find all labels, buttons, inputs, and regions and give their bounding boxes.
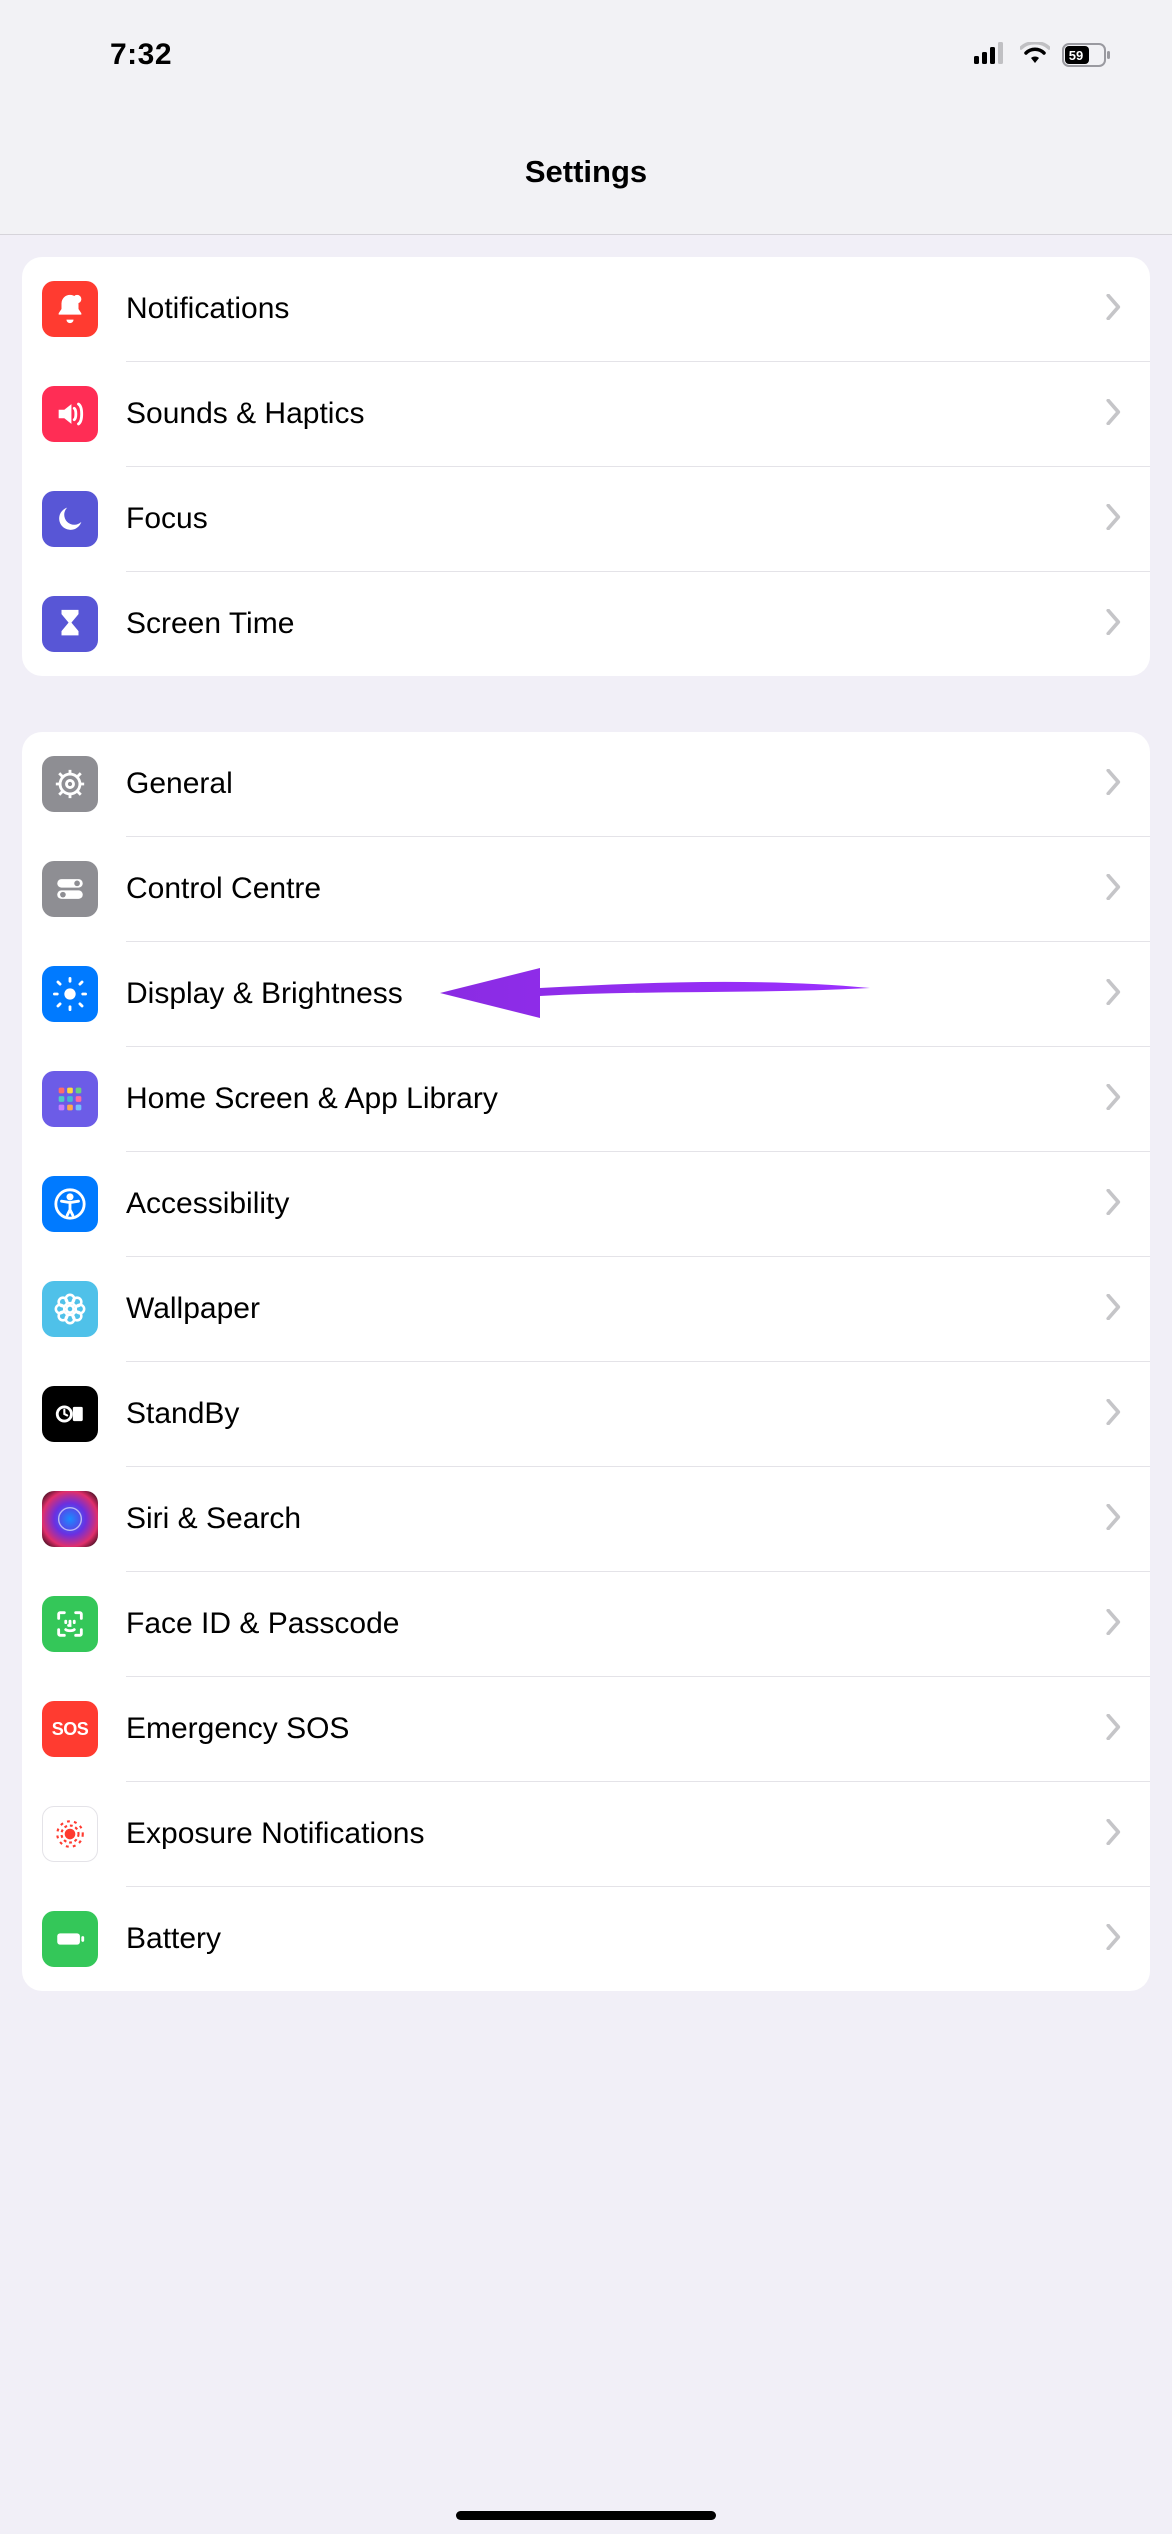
- row-faceid[interactable]: Face ID & Passcode: [22, 1572, 1150, 1676]
- row-label: Screen Time: [126, 606, 1106, 642]
- page-title: Settings: [0, 110, 1172, 235]
- row-label: Emergency SOS: [126, 1711, 1106, 1747]
- chevron-right-icon: [1106, 1399, 1130, 1430]
- row-sos[interactable]: SOS Emergency SOS: [22, 1677, 1150, 1781]
- battery-row-icon: [42, 1911, 98, 1967]
- row-label: General: [126, 766, 1106, 802]
- settings-group-2: General Control Centre Display & Brightn…: [22, 732, 1150, 1991]
- row-label: Control Centre: [126, 871, 1106, 907]
- row-general[interactable]: General: [22, 732, 1150, 836]
- grid-icon: [42, 1071, 98, 1127]
- status-indicators: 59: [974, 38, 1112, 72]
- row-homescreen[interactable]: Home Screen & App Library: [22, 1047, 1150, 1151]
- battery-icon: 59: [1062, 43, 1112, 67]
- row-label: Wallpaper: [126, 1291, 1106, 1327]
- gear-icon: [42, 756, 98, 812]
- row-label: Notifications: [126, 291, 1106, 327]
- home-indicator: [456, 2511, 716, 2520]
- exposure-icon: [42, 1806, 98, 1862]
- moon-icon: [42, 491, 98, 547]
- row-battery[interactable]: Battery: [22, 1887, 1150, 1991]
- chevron-right-icon: [1106, 1714, 1130, 1745]
- chevron-right-icon: [1106, 399, 1130, 430]
- toggles-icon: [42, 861, 98, 917]
- hourglass-icon: [42, 596, 98, 652]
- svg-text:59: 59: [1069, 48, 1083, 63]
- row-accessibility[interactable]: Accessibility: [22, 1152, 1150, 1256]
- cellular-icon: [974, 38, 1008, 72]
- row-exposure[interactable]: Exposure Notifications: [22, 1782, 1150, 1886]
- chevron-right-icon: [1106, 504, 1130, 535]
- row-label: StandBy: [126, 1396, 1106, 1432]
- bell-icon: [42, 281, 98, 337]
- row-label: Battery: [126, 1921, 1106, 1957]
- chevron-right-icon: [1106, 1924, 1130, 1955]
- row-label: Home Screen & App Library: [126, 1081, 1106, 1117]
- row-notifications[interactable]: Notifications: [22, 257, 1150, 361]
- row-siri[interactable]: Siri & Search: [22, 1467, 1150, 1571]
- row-display[interactable]: Display & Brightness: [22, 942, 1150, 1046]
- row-controlcentre[interactable]: Control Centre: [22, 837, 1150, 941]
- row-label: Siri & Search: [126, 1501, 1106, 1537]
- sos-icon: SOS: [42, 1701, 98, 1757]
- row-sounds[interactable]: Sounds & Haptics: [22, 362, 1150, 466]
- accessibility-icon: [42, 1176, 98, 1232]
- status-time: 7:32: [110, 38, 172, 72]
- status-bar: 7:32 59: [0, 0, 1172, 110]
- chevron-right-icon: [1106, 294, 1130, 325]
- speaker-icon: [42, 386, 98, 442]
- wifi-icon: [1020, 38, 1050, 72]
- row-label: Exposure Notifications: [126, 1816, 1106, 1852]
- chevron-right-icon: [1106, 1084, 1130, 1115]
- siri-icon: [42, 1491, 98, 1547]
- flower-icon: [42, 1281, 98, 1337]
- faceid-icon: [42, 1596, 98, 1652]
- row-label: Accessibility: [126, 1186, 1106, 1222]
- row-screentime[interactable]: Screen Time: [22, 572, 1150, 676]
- clock-card-icon: [42, 1386, 98, 1442]
- row-label: Display & Brightness: [126, 976, 1106, 1012]
- row-wallpaper[interactable]: Wallpaper: [22, 1257, 1150, 1361]
- row-focus[interactable]: Focus: [22, 467, 1150, 571]
- chevron-right-icon: [1106, 874, 1130, 905]
- row-label: Sounds & Haptics: [126, 396, 1106, 432]
- chevron-right-icon: [1106, 1294, 1130, 1325]
- chevron-right-icon: [1106, 1189, 1130, 1220]
- chevron-right-icon: [1106, 769, 1130, 800]
- chevron-right-icon: [1106, 1504, 1130, 1535]
- chevron-right-icon: [1106, 1819, 1130, 1850]
- sun-icon: [42, 966, 98, 1022]
- row-label: Focus: [126, 501, 1106, 537]
- chevron-right-icon: [1106, 609, 1130, 640]
- settings-group-1: Notifications Sounds & Haptics Focus Scr…: [22, 257, 1150, 676]
- row-label: Face ID & Passcode: [126, 1606, 1106, 1642]
- chevron-right-icon: [1106, 979, 1130, 1010]
- chevron-right-icon: [1106, 1609, 1130, 1640]
- row-standby[interactable]: StandBy: [22, 1362, 1150, 1466]
